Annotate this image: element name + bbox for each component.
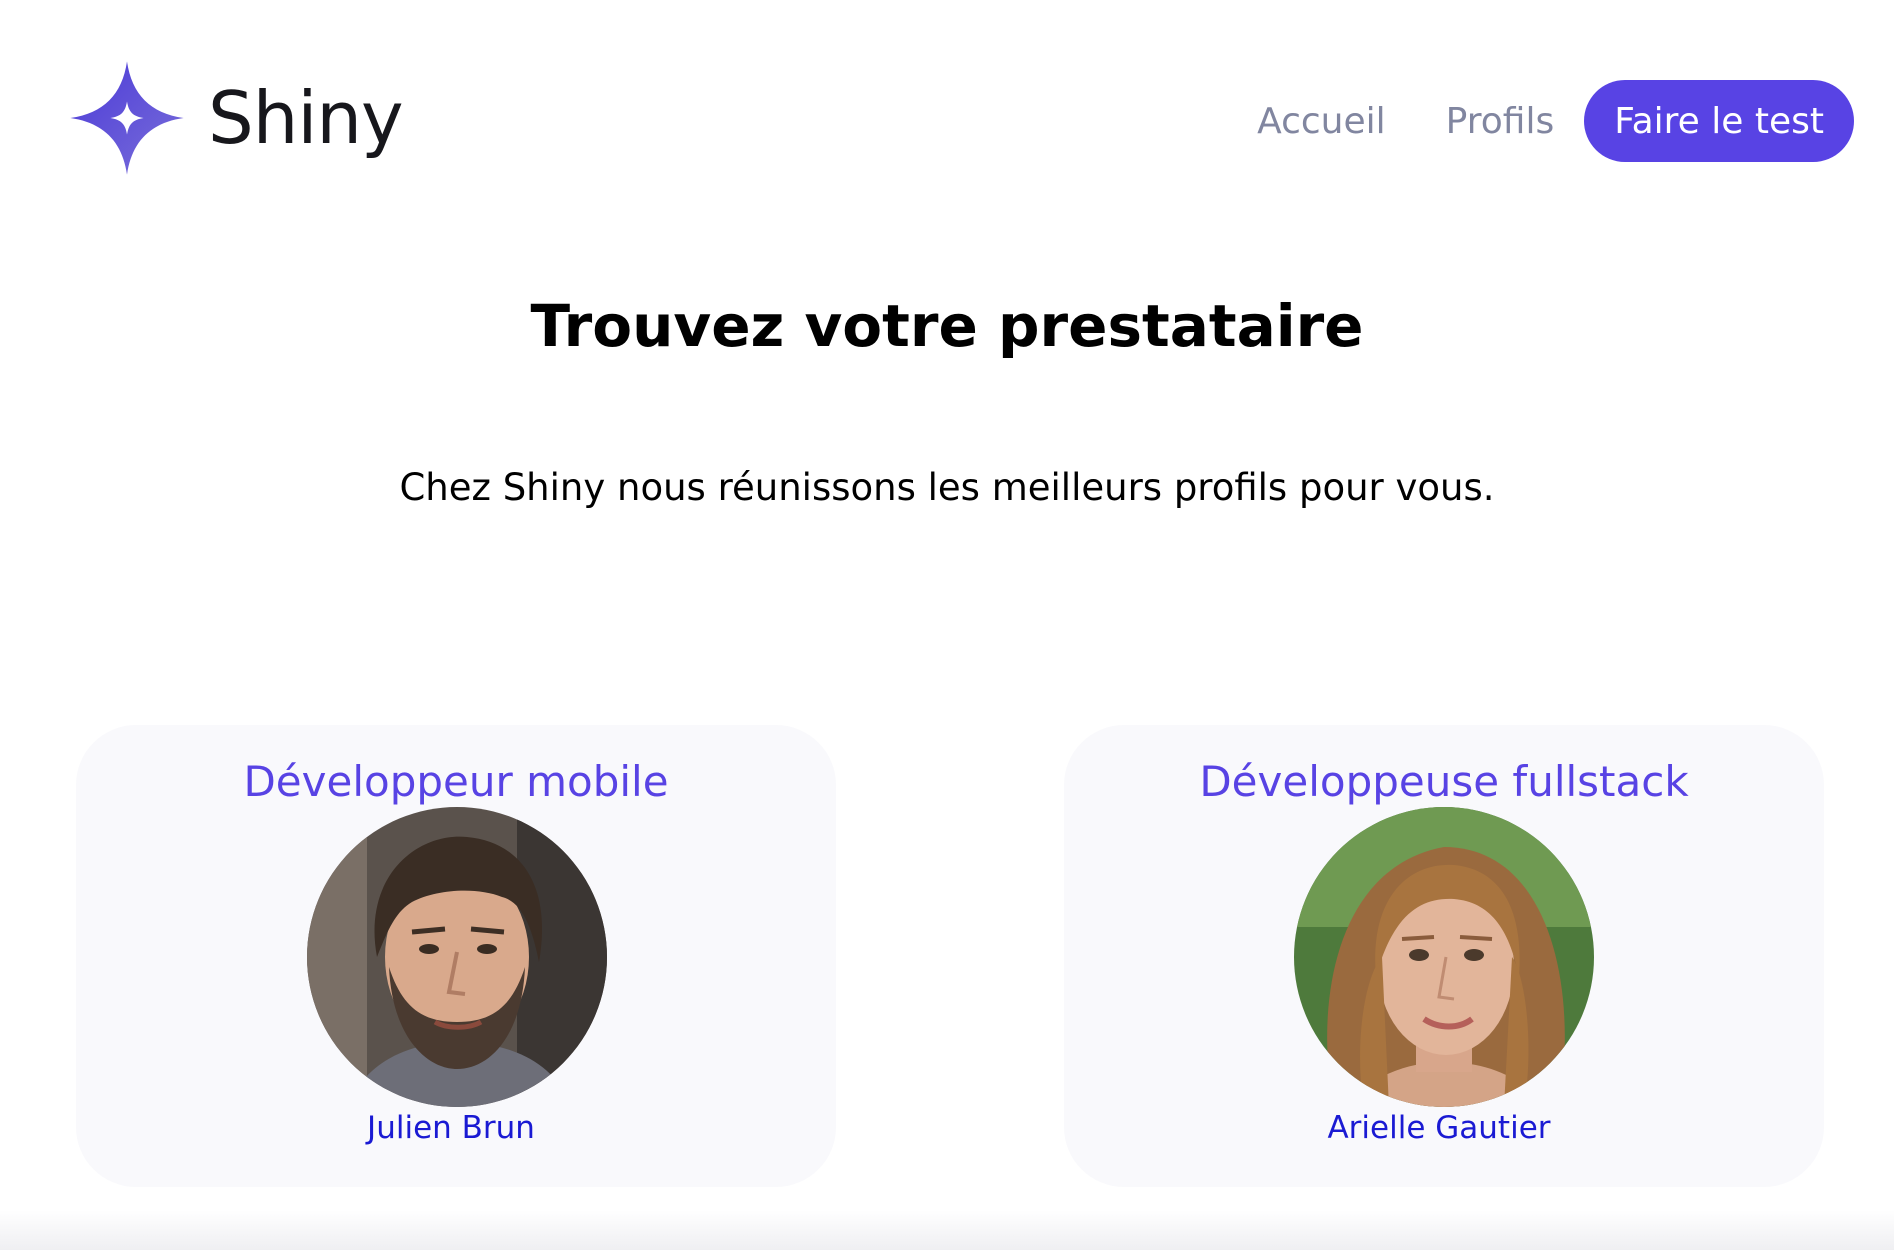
profile-name: Arielle Gautier — [1327, 1110, 1551, 1146]
profile-photo-man — [307, 807, 607, 1107]
profile-card[interactable]: Développeuse fullstack Arielle Gautier — [1064, 725, 1824, 1187]
nav-link-profiles[interactable]: Profils — [1446, 101, 1555, 142]
profile-card[interactable]: Développeur mobile Julien Brun — [76, 725, 836, 1187]
page-subtitle: Chez Shiny nous réunissons les meilleurs… — [399, 466, 1495, 509]
star-sparkle-icon — [70, 61, 184, 175]
avatar — [1294, 807, 1594, 1107]
page-title: Trouvez votre prestataire — [530, 292, 1364, 360]
brand-name: Shiny — [208, 76, 404, 160]
profile-name: Julien Brun — [367, 1110, 535, 1146]
nav-link-home[interactable]: Accueil — [1257, 101, 1386, 142]
take-test-button[interactable]: Faire le test — [1584, 80, 1854, 162]
profile-job-title: Développeuse fullstack — [1199, 757, 1689, 806]
avatar — [307, 807, 607, 1107]
profile-job-title: Développeur mobile — [243, 757, 669, 806]
logo[interactable]: Shiny — [68, 58, 404, 178]
page-fade — [0, 1210, 1894, 1250]
main-nav: Accueil Profils Faire le test — [1257, 80, 1854, 162]
page: Shiny Accueil Profils Faire le test Trou… — [0, 0, 1894, 1250]
profile-photo-woman — [1294, 807, 1594, 1107]
